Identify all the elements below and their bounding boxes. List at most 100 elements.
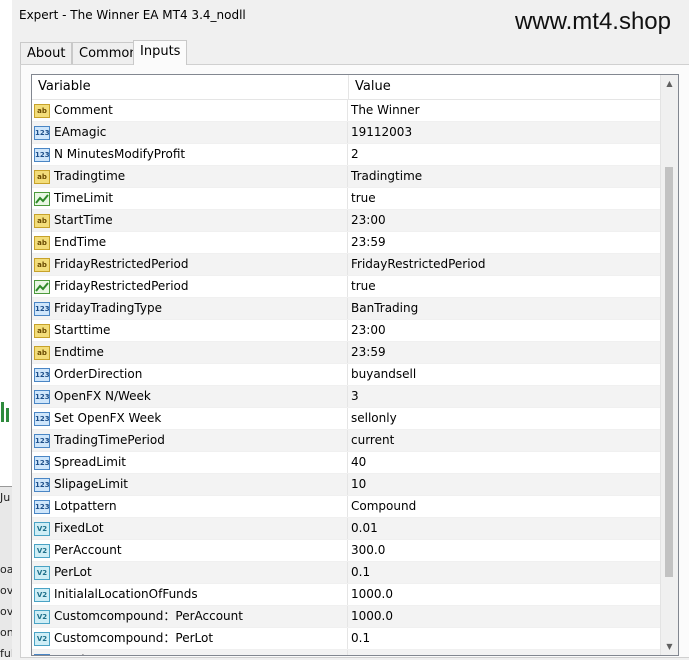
scroll-up-icon[interactable]: ▲ — [661, 75, 678, 92]
scrollbar-thumb[interactable] — [665, 167, 673, 577]
variable-name: SlipageLimit — [54, 477, 129, 491]
tab-inputs[interactable]: Inputs — [133, 40, 187, 65]
integer-type-icon: 123 — [34, 301, 50, 316]
value-cell[interactable]: true — [348, 188, 678, 209]
value-cell[interactable]: 0.1 — [348, 628, 678, 649]
value-cell[interactable]: 23:00 — [348, 320, 678, 341]
table-row[interactable]: V2 Customcompound：PerLot 0.1 — [32, 628, 678, 650]
table-row[interactable]: 123 OpenFX N/Week 3 — [32, 386, 678, 408]
table-row[interactable]: ab Tradingtime Tradingtime — [32, 166, 678, 188]
expert-dialog: Expert - The Winner EA MT4 3.4_nodll www… — [12, 0, 689, 658]
variable-cell: 123Stoploss — [32, 650, 348, 655]
variable-name: TimeLimit — [54, 191, 114, 205]
vertical-scrollbar[interactable]: ▲ ▼ — [660, 75, 678, 655]
table-row[interactable]: 123 SpreadLimit 40 — [32, 452, 678, 474]
value-cell[interactable]: 0.1 — [348, 562, 678, 583]
value-cell[interactable]: Compound — [348, 496, 678, 517]
table-row[interactable]: 123 SlipageLimit 10 — [32, 474, 678, 496]
value-cell[interactable]: current — [348, 430, 678, 451]
value-cell[interactable]: true — [348, 276, 678, 297]
table-row[interactable]: 123Stoploss350 — [32, 650, 678, 655]
background-text: on — [0, 626, 12, 639]
table-row[interactable]: ab FridayRestrictedPeriod FridayRestricted… — [32, 254, 678, 276]
value-cell[interactable]: BanTrading — [348, 298, 678, 319]
grid-header: Variable Value — [32, 75, 678, 100]
value-cell[interactable]: 0.01 — [348, 518, 678, 539]
value-cell[interactable]: 1000.0 — [348, 584, 678, 605]
value-cell[interactable]: 23:59 — [348, 342, 678, 363]
value-cell[interactable]: 2 — [348, 144, 678, 165]
variable-name: Customcompound：PerLot — [54, 631, 214, 645]
chart-candle — [1, 402, 4, 422]
column-header-variable[interactable]: Variable — [32, 75, 349, 99]
value-cell[interactable]: The Winner — [348, 100, 678, 121]
boolean-type-icon — [34, 279, 50, 294]
value-cell[interactable]: 1000.0 — [348, 606, 678, 627]
grid-rows: ab Comment The Winner 123 EAmagic 19112003 123… — [32, 100, 678, 655]
integer-type-icon: 123 — [34, 389, 50, 404]
string-type-icon: ab — [34, 257, 50, 272]
variable-cell: 123 TradingTimePeriod — [32, 430, 348, 451]
table-row[interactable]: 123 N MinutesModifyProfit 2 — [32, 144, 678, 166]
table-row[interactable]: ab StartTime 23:00 — [32, 210, 678, 232]
value-cell[interactable]: 3 — [348, 386, 678, 407]
string-type-icon: ab — [34, 323, 50, 338]
string-type-icon: ab — [34, 103, 50, 118]
value-cell[interactable]: 23:59 — [348, 232, 678, 253]
scroll-down-icon[interactable]: ▼ — [661, 638, 678, 655]
double-type-icon: V2 — [34, 565, 50, 580]
variable-cell: ab Comment — [32, 100, 348, 121]
string-type-icon: ab — [34, 213, 50, 228]
table-row[interactable]: 123 Lotpattern Compound — [32, 496, 678, 518]
table-row[interactable]: ab Endtime 23:59 — [32, 342, 678, 364]
table-row[interactable]: V2 PerAccount 300.0 — [32, 540, 678, 562]
variable-cell: 123 SpreadLimit — [32, 452, 348, 473]
string-type-icon: ab — [34, 235, 50, 250]
variable-name: Lotpattern — [54, 499, 117, 513]
variable-name: Set OpenFX Week — [54, 411, 162, 425]
value-cell[interactable]: 23:00 — [348, 210, 678, 231]
variable-cell: 123 N MinutesModifyProfit — [32, 144, 348, 165]
value-cell[interactable]: 19112003 — [348, 122, 678, 143]
table-row[interactable]: 123 Set OpenFX Week sellonly — [32, 408, 678, 430]
value-cell[interactable]: FridayRestrictedPeriod — [348, 254, 678, 275]
variable-cell: 123 EAmagic — [32, 122, 348, 143]
variable-name: Starttime — [54, 323, 111, 337]
table-row[interactable]: 123 FridayTradingType BanTrading — [32, 298, 678, 320]
table-row[interactable]: V2 PerLot 0.1 — [32, 562, 678, 584]
variable-cell: 123 Lotpattern — [32, 496, 348, 517]
value-cell[interactable]: 40 — [348, 452, 678, 473]
table-row[interactable]: TimeLimit true — [32, 188, 678, 210]
table-row[interactable]: ab Comment The Winner — [32, 100, 678, 122]
value-cell[interactable]: buyandsell — [348, 364, 678, 385]
background-text: ful — [0, 647, 12, 660]
variable-cell: ab Starttime — [32, 320, 348, 341]
value-cell[interactable]: Tradingtime — [348, 166, 678, 187]
value-cell[interactable]: sellonly — [348, 408, 678, 429]
value-cell[interactable]: 10 — [348, 474, 678, 495]
value-cell[interactable]: 300.0 — [348, 540, 678, 561]
table-row[interactable]: ab EndTime 23:59 — [32, 232, 678, 254]
variable-name: FixedLot — [54, 521, 104, 535]
variable-name: PerAccount — [54, 543, 122, 557]
table-row[interactable]: 123 TradingTimePeriod current — [32, 430, 678, 452]
variable-name: Endtime — [54, 345, 104, 359]
table-row[interactable]: FridayRestrictedPeriod true — [32, 276, 678, 298]
variable-cell: TimeLimit — [32, 188, 348, 209]
table-row[interactable]: ab Starttime 23:00 — [32, 320, 678, 342]
integer-type-icon: 123 — [34, 455, 50, 470]
background-terminal-panel: Ju oa ov ov on ful — [0, 486, 12, 660]
column-header-value[interactable]: Value — [349, 75, 678, 99]
table-row[interactable]: 123 EAmagic 19112003 — [32, 122, 678, 144]
table-row[interactable]: 123 OrderDirection buyandsell — [32, 364, 678, 386]
tab-common[interactable]: Common — [72, 42, 142, 64]
variable-cell: V2 FixedLot — [32, 518, 348, 539]
table-row[interactable]: V2 Customcompound：PerAccount 1000.0 — [32, 606, 678, 628]
variable-cell: FridayRestrictedPeriod — [32, 276, 348, 297]
variable-name: OrderDirection — [54, 367, 143, 381]
tab-about[interactable]: About — [20, 42, 72, 64]
variable-name: Comment — [54, 103, 113, 117]
table-row[interactable]: V2 FixedLot 0.01 — [32, 518, 678, 540]
table-row[interactable]: V2 InitialalLocationOfFunds 1000.0 — [32, 584, 678, 606]
value-cell[interactable]: 350 — [348, 650, 678, 655]
